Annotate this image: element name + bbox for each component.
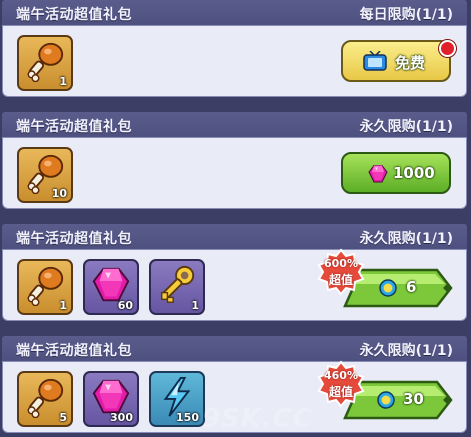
- purchase-limit: 永久限购(1/1): [359, 231, 453, 247]
- pack-header: 端午活动超值礼包 每日限购(1/1): [2, 0, 467, 25]
- tv-ad-icon: [363, 51, 387, 71]
- value-badge: 460% 超值: [317, 360, 365, 408]
- free-claim-button[interactable]: 免费: [341, 40, 451, 82]
- gem-icon: [367, 163, 389, 185]
- reward-item-gem[interactable]: 300: [83, 371, 139, 427]
- badge-percent: 460%: [324, 369, 358, 382]
- purchase-limit: 永久限购(1/1): [359, 119, 453, 135]
- gem-purchase-button[interactable]: 1000: [341, 152, 451, 194]
- pack-title: 端午活动超值礼包: [16, 7, 132, 23]
- pack-title: 端午活动超值礼包: [16, 343, 132, 359]
- gift-pack-3: 端午活动超值礼包 永久限购(1/1) 1 60 1 6 600% 超值: [2, 224, 467, 324]
- free-button-label: 免费: [395, 54, 426, 72]
- gift-pack-2: 端午活动超值礼包 永久限购(1/1) 10 1000: [2, 112, 467, 212]
- reward-item-drumstick[interactable]: 5: [17, 371, 73, 427]
- coin-icon: [377, 391, 395, 409]
- price-label: 6: [406, 278, 417, 296]
- pack-body: 1 60 1 6 600% 超值: [2, 248, 467, 321]
- gift-pack-1: 端午活动超值礼包 每日限购(1/1) 1 免费: [2, 0, 467, 100]
- pack-body: 10 1000: [2, 137, 467, 209]
- pack-body: 1 免费: [2, 25, 467, 97]
- reward-item-drumstick[interactable]: 1: [17, 35, 73, 91]
- reward-item-lightning[interactable]: 150: [149, 371, 205, 427]
- price-label: 1000: [393, 164, 435, 182]
- item-quantity: 10: [51, 187, 67, 200]
- reward-item-gem[interactable]: 60: [83, 259, 139, 315]
- reward-item-drumstick[interactable]: 1: [17, 259, 73, 315]
- price-label: 30: [403, 390, 424, 408]
- watermark: 9SK.CC: [202, 404, 314, 434]
- item-quantity: 300: [110, 411, 133, 424]
- badge-percent: 600%: [324, 257, 358, 270]
- item-quantity: 60: [117, 299, 133, 312]
- item-quantity: 1: [59, 75, 67, 88]
- coin-icon: [379, 279, 397, 297]
- pack-title: 端午活动超值礼包: [16, 119, 132, 135]
- purchase-limit: 永久限购(1/1): [359, 343, 453, 359]
- pack-header: 端午活动超值礼包 永久限购(1/1): [2, 336, 467, 361]
- reward-item-drumstick[interactable]: 10: [17, 147, 73, 203]
- item-quantity: 1: [191, 299, 199, 312]
- item-quantity: 150: [176, 411, 199, 424]
- pack-header: 端午活动超值礼包 永久限购(1/1): [2, 224, 467, 249]
- notification-dot: [439, 40, 456, 57]
- pack-title: 端午活动超值礼包: [16, 231, 132, 247]
- badge-text: 超值: [328, 273, 353, 287]
- pack-header: 端午活动超值礼包 永久限购(1/1): [2, 112, 467, 137]
- value-badge: 600% 超值: [317, 248, 365, 296]
- badge-text: 超值: [328, 385, 353, 399]
- item-quantity: 1: [59, 299, 67, 312]
- purchase-limit: 每日限购(1/1): [359, 7, 453, 23]
- item-quantity: 5: [59, 411, 67, 424]
- reward-item-key[interactable]: 1: [149, 259, 205, 315]
